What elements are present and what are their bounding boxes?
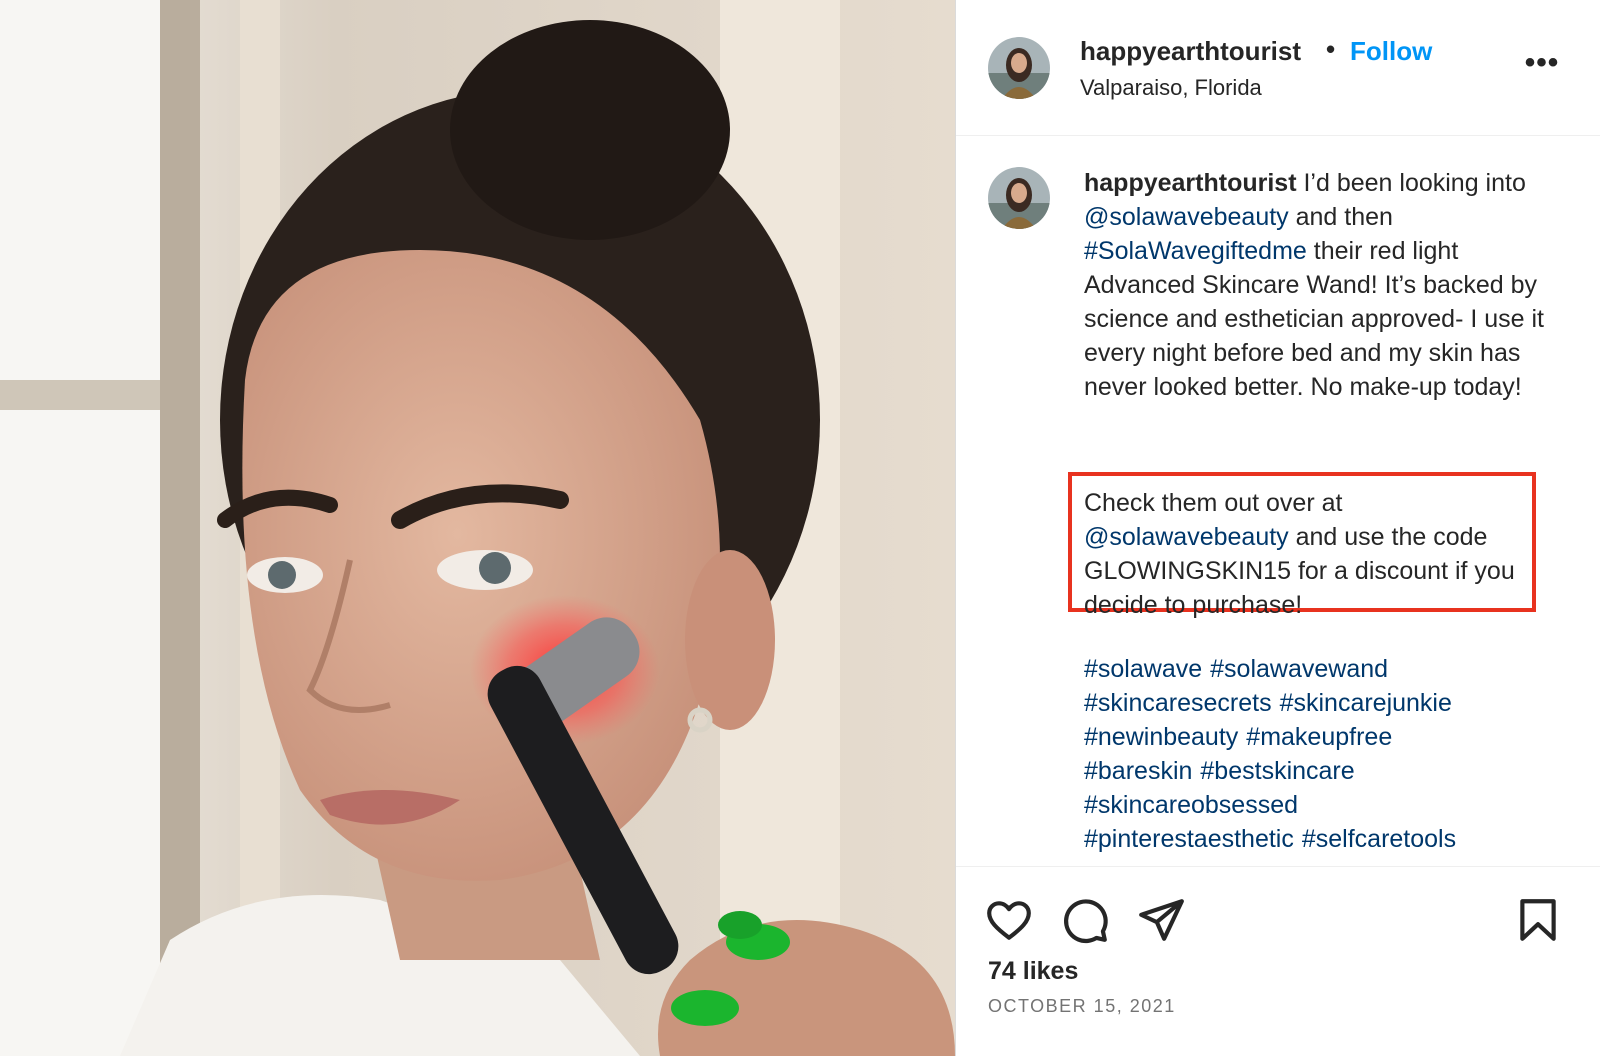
post-header: happyearthtourist • Follow Valparaiso, F… bbox=[956, 0, 1600, 136]
hashtag-link[interactable]: #skincarejunkie bbox=[1280, 689, 1452, 717]
author-avatar[interactable] bbox=[988, 37, 1050, 99]
post-photo-image bbox=[0, 0, 955, 1056]
hashtag-link[interactable]: #bestskincare bbox=[1200, 757, 1354, 785]
hashtag-link[interactable]: #newinbeauty bbox=[1084, 723, 1238, 751]
caption-author-avatar[interactable] bbox=[988, 167, 1050, 229]
caption-text: and then bbox=[1288, 203, 1393, 231]
hashtag-link[interactable]: #solawave bbox=[1084, 655, 1202, 683]
post-date: OCTOBER 15, 2021 bbox=[988, 996, 1176, 1016]
post-actions: 74 likes OCTOBER 15, 2021 bbox=[956, 866, 1600, 1056]
hashtag-link[interactable]: #SolaWavegiftedme bbox=[1084, 237, 1307, 265]
hashtag-link[interactable]: #pinterestaesthetic bbox=[1084, 825, 1294, 853]
bookmark-icon[interactable] bbox=[1513, 895, 1563, 945]
more-options-icon[interactable]: ••• bbox=[1522, 48, 1562, 84]
post-location[interactable]: Valparaiso, Florida bbox=[1080, 75, 1262, 101]
avatar-image bbox=[988, 167, 1050, 229]
post-side-panel: happyearthtourist • Follow Valparaiso, F… bbox=[955, 0, 1600, 1056]
hashtag-link[interactable]: #skincaresecrets bbox=[1084, 689, 1272, 717]
caption-text: I’d been looking into bbox=[1296, 169, 1526, 197]
caption-username[interactable]: happyearthtourist bbox=[1084, 169, 1297, 197]
separator-dot: • bbox=[1326, 34, 1336, 64]
likes-count[interactable]: 74 likes bbox=[988, 957, 1078, 986]
heart-icon[interactable] bbox=[984, 895, 1034, 945]
hashtag-link[interactable]: #bareskin bbox=[1084, 757, 1192, 785]
post-photo[interactable] bbox=[0, 0, 955, 1056]
hashtag-link[interactable]: #selfcaretools bbox=[1302, 825, 1456, 853]
avatar-image bbox=[988, 37, 1050, 99]
callout-text: Check them out over at bbox=[1084, 489, 1343, 517]
hashtag-list: #solawave #solawavewand #skincaresecrets #… bbox=[1084, 652, 1564, 856]
post-caption: happyearthtourist I’d been looking into … bbox=[1084, 166, 1544, 404]
mention-link[interactable]: @solawavebeauty bbox=[1084, 523, 1289, 551]
follow-button[interactable]: Follow bbox=[1350, 36, 1432, 67]
hashtag-link[interactable]: #solawavewand bbox=[1210, 655, 1388, 683]
share-icon[interactable] bbox=[1136, 895, 1186, 945]
comment-icon[interactable] bbox=[1060, 895, 1110, 945]
author-username[interactable]: happyearthtourist bbox=[1080, 36, 1301, 67]
mention-link[interactable]: @solawavebeauty bbox=[1084, 203, 1289, 231]
highlighted-discount-callout: Check them out over at @solawavebeauty a… bbox=[1068, 472, 1536, 619]
hashtag-link[interactable]: #makeupfree bbox=[1246, 723, 1392, 751]
hashtag-link[interactable]: #skincareobsessed bbox=[1084, 791, 1298, 819]
